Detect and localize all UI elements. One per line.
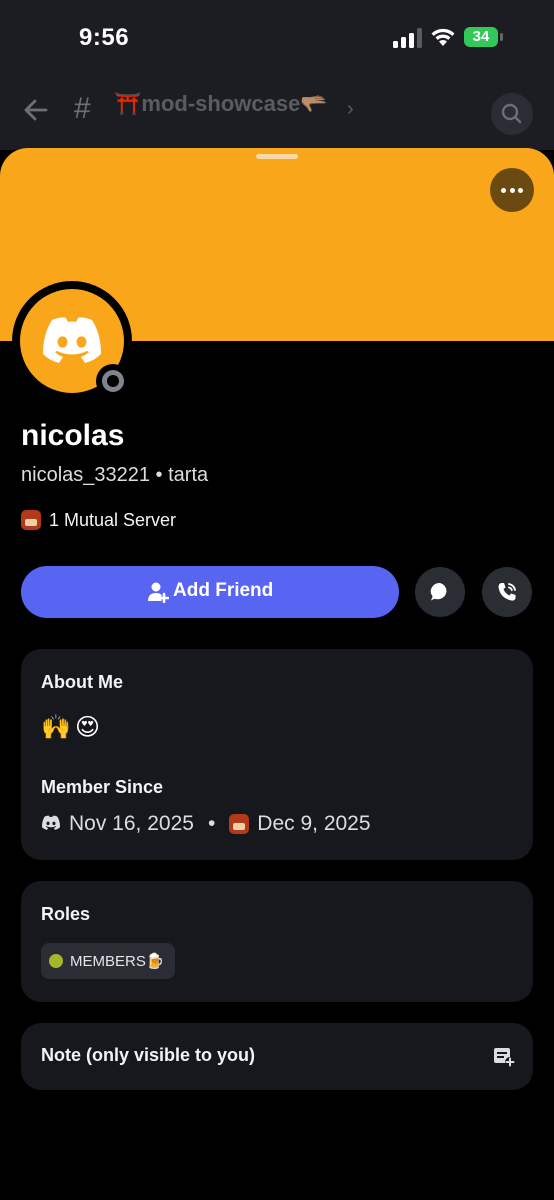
discord-logo-icon: [41, 815, 61, 830]
note-card[interactable]: Note (only visible to you): [21, 1023, 533, 1090]
display-name: nicolas: [21, 419, 125, 452]
message-button[interactable]: [415, 567, 465, 617]
member-since-heading: Member Since: [41, 777, 164, 797]
discord-logo-icon: [43, 317, 101, 363]
add-friend-label: Add Friend: [173, 580, 274, 601]
more-dot: [518, 188, 523, 193]
username-separator: •: [150, 464, 169, 486]
note-heading: Note (only visible to you): [41, 1045, 256, 1065]
username-line[interactable]: nicolas_33221 • tarta: [21, 464, 208, 487]
server-join-date: Dec 9, 2025: [257, 812, 371, 835]
search-button[interactable]: [491, 93, 533, 135]
battery-indicator: 34: [464, 27, 504, 47]
server-icon: [229, 814, 250, 834]
wifi-icon: [431, 28, 455, 46]
profile-sheet: nicolas nicolas_33221 • tarta 1 Mutual S…: [0, 148, 554, 1200]
about-card: About Me 🙌 😍 Member Since Nov 16, 2025 • D…: [21, 649, 533, 860]
about-emoji-heart-eyes: 😍: [75, 713, 101, 741]
about-me-heading: About Me: [41, 672, 123, 692]
chevron-right-icon: ›: [347, 98, 354, 120]
roles-card: Roles MEMBERS🍺: [21, 881, 533, 1002]
status-bar: 9:56 34: [0, 0, 554, 80]
channel-header: # ⛩️mod-showcase🫳🏽 ›: [0, 80, 554, 150]
server-icon: [21, 510, 41, 530]
username: nicolas_33221: [21, 464, 150, 486]
sheet-grabber[interactable]: [256, 154, 298, 159]
add-friend-button[interactable]: Add Friend: [21, 566, 399, 618]
voice-call-button[interactable]: [482, 567, 532, 617]
about-emoji-raised-hands: 🙌: [41, 713, 71, 741]
role-pill[interactable]: MEMBERS🍺: [41, 943, 175, 979]
battery-level: 34: [464, 27, 498, 47]
mutual-servers-row[interactable]: 1 Mutual Server: [21, 510, 176, 534]
more-dot: [509, 188, 515, 193]
battery-nub: [500, 33, 503, 41]
phone-call-icon: [498, 583, 516, 601]
add-friend-icon: [148, 582, 169, 603]
channel-hash-icon: #: [74, 92, 91, 125]
chat-bubble-icon: [430, 582, 447, 601]
more-options-button[interactable]: [490, 168, 534, 212]
channel-name[interactable]: ⛩️mod-showcase🫳🏽: [114, 91, 328, 117]
more-dot: [501, 188, 506, 193]
roles-heading: Roles: [41, 904, 91, 924]
member-since-row: Nov 16, 2025 • Dec 9, 2025: [41, 812, 371, 836]
search-icon: [501, 103, 522, 124]
role-name: MEMBERS🍺: [70, 953, 165, 970]
role-color-dot: [49, 954, 63, 968]
date-separator: •: [207, 812, 216, 835]
status-indicator: [96, 364, 130, 398]
status-time: 9:56: [79, 24, 130, 51]
add-note-icon: [494, 1048, 515, 1067]
back-arrow-icon[interactable]: [22, 96, 50, 124]
status-indicator-hole: [107, 375, 119, 387]
cellular-signal-icon: [393, 28, 422, 48]
mutual-servers-label: 1 Mutual Server: [49, 510, 177, 530]
pronouns: tarta: [168, 464, 209, 486]
discord-join-date: Nov 16, 2025: [69, 812, 194, 835]
